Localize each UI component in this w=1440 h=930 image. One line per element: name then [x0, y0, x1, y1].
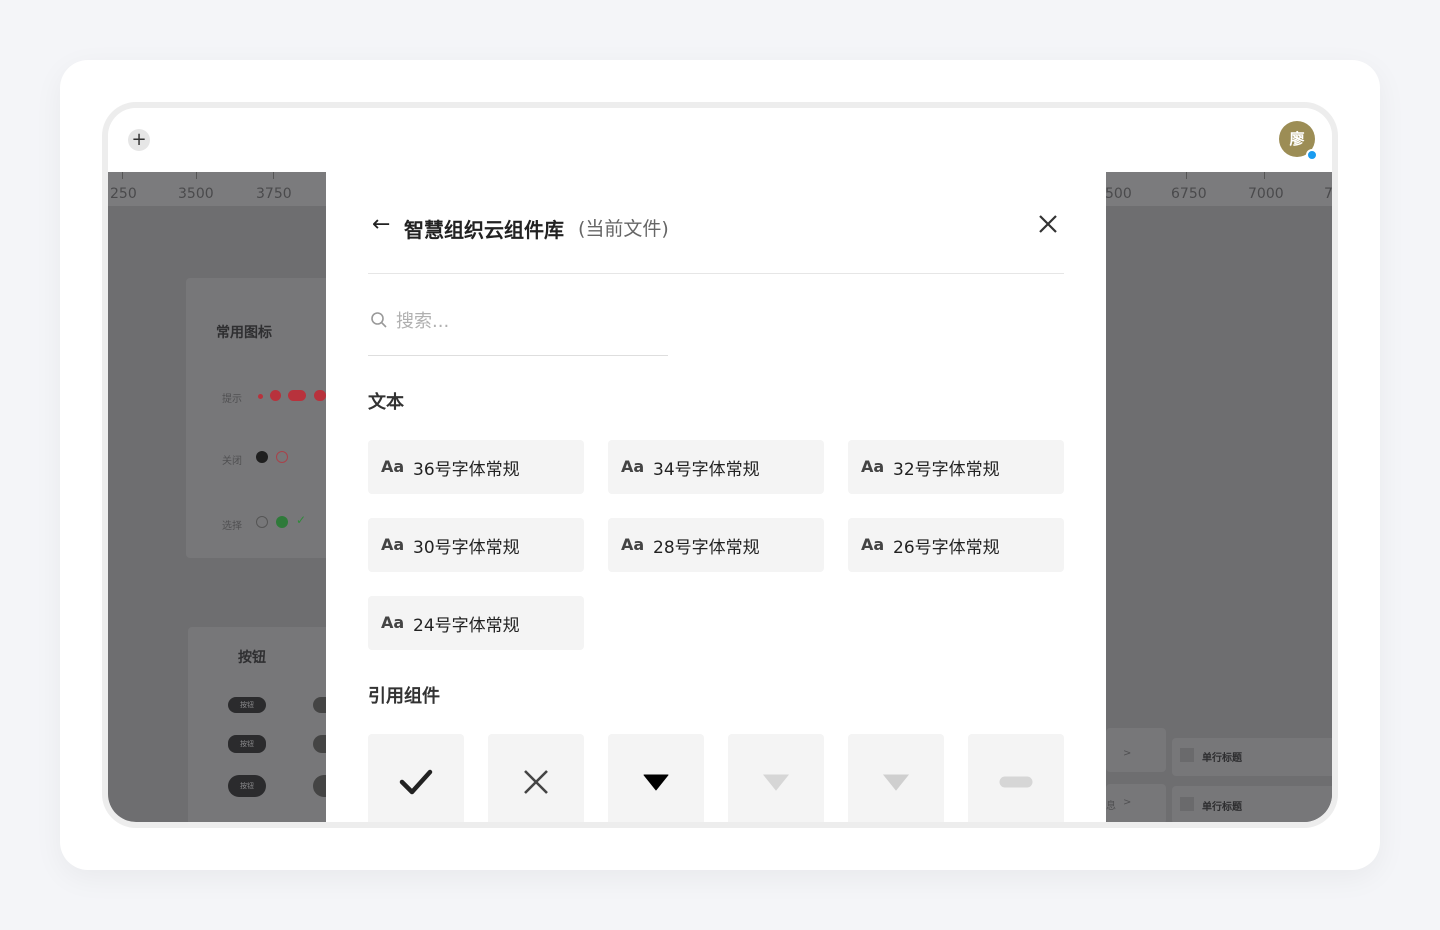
- text-style-label: 36号字体常规: [413, 460, 520, 480]
- ruler-tick-label: 7000: [1248, 186, 1284, 202]
- text-style-item[interactable]: Aa 30号字体常规: [368, 518, 584, 572]
- bg-close-dark-icon: [256, 451, 268, 463]
- text-style-prefix: Aa: [621, 457, 645, 476]
- component-item-triangle-dark[interactable]: [608, 734, 704, 822]
- ruler-tickmark: [1186, 172, 1187, 179]
- bg-button: 按钮: [228, 735, 266, 753]
- minus-bar-icon: [999, 776, 1033, 788]
- text-style-item[interactable]: Aa 24号字体常规: [368, 596, 584, 650]
- text-style-label: 34号字体常规: [653, 460, 760, 480]
- bg-close-outline-icon: [276, 451, 288, 463]
- search-input[interactable]: [396, 306, 656, 336]
- bg-row-label: 选择: [222, 521, 242, 532]
- section-title-components: 引用组件: [368, 686, 440, 707]
- text-style-label: 28号字体常规: [653, 538, 760, 558]
- triangle-down-icon: [643, 774, 669, 791]
- text-style-item[interactable]: Aa 36号字体常规: [368, 440, 584, 494]
- text-style-label: 26号字体常规: [893, 538, 1000, 558]
- text-style-label: 32号字体常规: [893, 460, 1000, 480]
- search-box[interactable]: [368, 304, 668, 356]
- text-style-item[interactable]: Aa 32号字体常规: [848, 440, 1064, 494]
- top-bar: + 廖: [108, 108, 1332, 172]
- text-style-prefix: Aa: [381, 457, 405, 476]
- app-screen: + 廖 250 3500 3750 500 6750 7000 7 常用图标 提…: [108, 108, 1332, 822]
- text-style-prefix: Aa: [381, 535, 405, 554]
- bg-checkbox: [1180, 797, 1194, 811]
- online-status-dot: [1306, 149, 1318, 161]
- text-style-item[interactable]: Aa 34号字体常规: [608, 440, 824, 494]
- bg-panel-icons: [186, 278, 346, 558]
- bg-list-title: 单行标题: [1202, 802, 1242, 813]
- bg-list-char: 息: [1106, 801, 1116, 812]
- text-style-prefix: Aa: [621, 535, 645, 554]
- bg-red-pill: [288, 390, 306, 401]
- component-item-bar[interactable]: [968, 734, 1064, 822]
- bg-button-partial: [313, 735, 327, 753]
- ruler-tickmark: [122, 172, 123, 179]
- panel-title: 智慧组织云组件库: [404, 218, 564, 242]
- bg-red-badge: [270, 390, 281, 401]
- bg-panel-title: 按钮: [238, 650, 266, 666]
- bg-button-partial: [313, 697, 327, 713]
- panel-header: ← 智慧组织云组件库 (当前文件): [368, 202, 1064, 274]
- text-style-prefix: Aa: [861, 457, 885, 476]
- bg-button: 按钮: [228, 697, 266, 713]
- component-item-check[interactable]: [368, 734, 464, 822]
- text-style-item[interactable]: Aa 28号字体常规: [608, 518, 824, 572]
- text-style-item[interactable]: Aa 26号字体常规: [848, 518, 1064, 572]
- panel-subtitle: (当前文件): [578, 218, 669, 240]
- triangle-down-icon: [882, 774, 910, 791]
- ruler-tickmark: [273, 172, 274, 179]
- ruler-tick-label: 7: [1324, 186, 1332, 202]
- bg-chevron-icon: >: [1123, 797, 1132, 808]
- component-item-close[interactable]: [488, 734, 584, 822]
- close-icon: [524, 770, 548, 794]
- bg-list-item: [1106, 728, 1166, 772]
- text-style-label: 24号字体常规: [413, 616, 520, 636]
- bg-red-dot: [258, 394, 263, 399]
- bg-radio-icon: [256, 516, 268, 528]
- bg-list-title: 单行标题: [1202, 753, 1242, 764]
- bg-check-icon: ✓: [296, 513, 307, 527]
- bg-panel-title: 常用图标: [216, 325, 272, 341]
- bg-check-circle-icon: [276, 516, 288, 528]
- ruler-tick-label: 6750: [1171, 186, 1207, 202]
- text-style-prefix: Aa: [381, 613, 405, 632]
- back-arrow-icon[interactable]: ←: [372, 212, 390, 237]
- add-button[interactable]: +: [128, 129, 150, 151]
- ruler-tick-label: 250: [110, 186, 137, 202]
- search-icon: [371, 312, 387, 328]
- bg-row-label: 关闭: [222, 456, 242, 467]
- bg-checkbox: [1180, 748, 1194, 762]
- ruler-tick-label: 3750: [256, 186, 292, 202]
- design-canvas[interactable]: 250 3500 3750 500 6750 7000 7 常用图标 提示 关闭…: [108, 172, 1332, 822]
- text-style-label: 30号字体常规: [413, 538, 520, 558]
- ruler-tickmark: [196, 172, 197, 179]
- close-button[interactable]: [1032, 208, 1064, 240]
- bg-red-pill: [314, 390, 326, 401]
- check-icon: [399, 769, 433, 795]
- triangle-down-icon: [762, 774, 790, 791]
- close-icon: [1039, 215, 1057, 233]
- ruler-tick-label: 3500: [178, 186, 214, 202]
- bg-chevron-icon: >: [1123, 748, 1132, 759]
- text-style-prefix: Aa: [861, 535, 885, 554]
- bg-row-label: 提示: [222, 394, 242, 405]
- bg-list-item: [1172, 738, 1332, 776]
- bg-list-item: [1172, 786, 1332, 822]
- bg-button: 按钮: [228, 775, 266, 797]
- ruler-tick-label: 500: [1105, 186, 1132, 202]
- section-title-text: 文本: [368, 392, 404, 413]
- component-item-triangle-light[interactable]: [848, 734, 944, 822]
- component-item-triangle-light[interactable]: [728, 734, 824, 822]
- component-library-panel: ← 智慧组织云组件库 (当前文件) 文本: [326, 172, 1106, 822]
- ruler-tickmark: [1264, 172, 1265, 179]
